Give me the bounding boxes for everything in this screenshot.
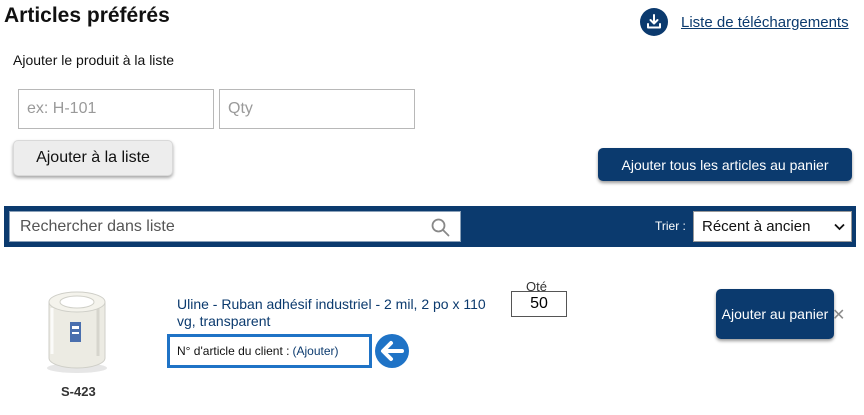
download-icon <box>640 8 668 36</box>
chevron-down-icon <box>834 218 845 235</box>
sort-label: Trier : <box>655 219 686 233</box>
add-product-label: Ajouter le produit à la liste <box>13 52 175 68</box>
add-to-cart-button[interactable]: Ajouter au panier <box>716 289 834 339</box>
arrow-left-icon <box>371 333 411 374</box>
add-to-list-button[interactable]: Ajouter à la liste <box>13 140 173 176</box>
sku-input[interactable] <box>18 89 214 129</box>
search-box <box>9 211 461 242</box>
search-icon[interactable] <box>431 218 450 242</box>
customer-item-number-label: N° d'article du client : <box>177 344 290 358</box>
download-list-link[interactable]: Liste de téléchargements <box>640 8 849 36</box>
search-input[interactable] <box>10 212 430 241</box>
close-icon[interactable]: ✕ <box>832 305 845 325</box>
search-bar: Trier : Récent à ancien <box>4 206 856 247</box>
page-title: Articles préférés <box>4 4 170 27</box>
item-qty-input[interactable] <box>511 291 567 317</box>
qty-input[interactable] <box>219 89 415 129</box>
item-sku: S-423 <box>61 384 96 399</box>
add-customer-number-link[interactable]: (Ajouter) <box>292 344 338 358</box>
product-title-link[interactable]: Uline - Ruban adhésif industriel - 2 mil… <box>177 296 487 330</box>
sort-select[interactable]: Récent à ancien <box>693 211 852 242</box>
tape-roll-image[interactable] <box>40 288 114 385</box>
add-all-to-cart-button[interactable]: Ajouter tous les articles au panier <box>598 148 852 181</box>
download-list-label[interactable]: Liste de téléchargements <box>681 14 849 31</box>
sort-select-value: Récent à ancien <box>702 218 811 235</box>
customer-item-number: N° d'article du client : (Ajouter) <box>167 334 372 368</box>
